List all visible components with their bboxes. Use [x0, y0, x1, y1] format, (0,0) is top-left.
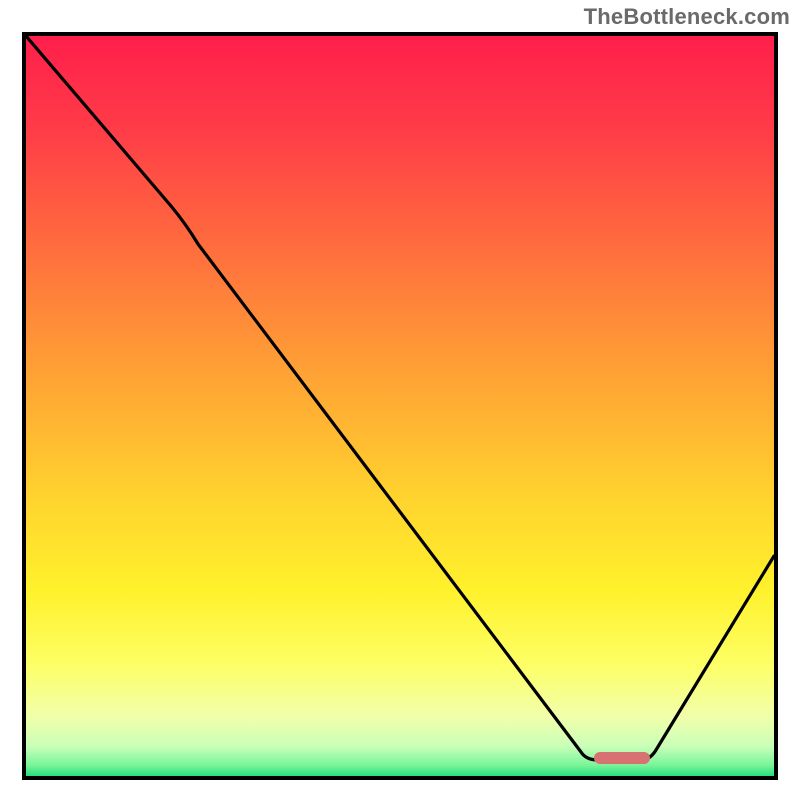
watermark-text: TheBottleneck.com: [584, 4, 790, 30]
plot-area: [22, 32, 778, 780]
bottleneck-curve: [26, 36, 774, 776]
optimal-range-marker: [594, 752, 650, 764]
chart-frame: TheBottleneck.com: [0, 0, 800, 800]
